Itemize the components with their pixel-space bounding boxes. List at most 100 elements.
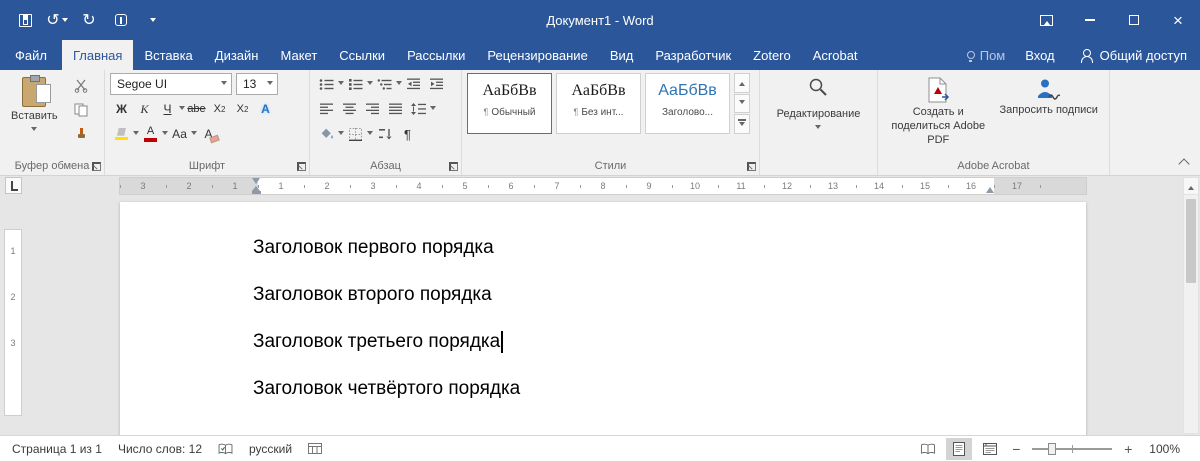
- tab-zotero[interactable]: Zotero: [742, 40, 802, 70]
- numbering-icon: [349, 78, 363, 90]
- underline-button[interactable]: Ч: [156, 98, 179, 120]
- word-count[interactable]: Число слов: 12: [110, 436, 210, 461]
- borders-button[interactable]: [344, 123, 367, 145]
- zoom-out-button[interactable]: −: [1008, 438, 1024, 460]
- tab-developer[interactable]: Разработчик: [644, 40, 742, 70]
- left-indent-marker[interactable]: [251, 186, 261, 194]
- scroll-up-button[interactable]: [1184, 178, 1198, 195]
- styles-scroll-down-button[interactable]: [734, 93, 750, 114]
- paste-button[interactable]: Вставить: [5, 73, 64, 157]
- font-color-button[interactable]: А: [139, 123, 162, 145]
- increase-indent-button[interactable]: [425, 73, 448, 95]
- tab-view[interactable]: Вид: [599, 40, 645, 70]
- style-normal[interactable]: АаБбВв ¶ Обычный: [467, 73, 552, 134]
- right-indent-marker[interactable]: [986, 187, 994, 193]
- style-no-spacing[interactable]: АаБбВв ¶ Без инт...: [556, 73, 641, 134]
- paragraph[interactable]: Заголовок третьего порядка: [253, 318, 1086, 365]
- font-dialog-launcher[interactable]: [297, 162, 306, 171]
- save-button[interactable]: [10, 5, 40, 35]
- decrease-indent-button[interactable]: [402, 73, 425, 95]
- acrobat-group-label: Adobe Acrobat: [957, 160, 1030, 172]
- paragraph[interactable]: Заголовок первого порядка: [253, 224, 1086, 271]
- first-line-indent-marker[interactable]: [252, 178, 260, 184]
- copy-button[interactable]: [70, 99, 93, 121]
- italic-button[interactable]: К: [133, 98, 156, 120]
- paragraph-dialog-launcher[interactable]: [449, 162, 458, 171]
- clipboard-dialog-launcher[interactable]: [92, 162, 101, 171]
- print-layout-button[interactable]: [946, 437, 973, 460]
- vertical-scrollbar[interactable]: [1183, 177, 1199, 434]
- tab-references[interactable]: Ссылки: [328, 40, 396, 70]
- bullets-button[interactable]: [315, 73, 338, 95]
- language-indicator[interactable]: русский: [241, 436, 300, 461]
- copy-icon: [74, 103, 88, 117]
- share-label: Общий доступ: [1099, 47, 1187, 63]
- subscript-button[interactable]: X2: [208, 98, 231, 120]
- format-painter-button[interactable]: [70, 123, 93, 145]
- font-name-combo[interactable]: Segoe UI: [110, 73, 232, 95]
- bold-button[interactable]: Ж: [110, 98, 133, 120]
- sort-button[interactable]: [373, 123, 396, 145]
- scrollbar-thumb[interactable]: [1186, 199, 1196, 283]
- request-signatures-button[interactable]: Запросить подписи: [994, 73, 1105, 157]
- zoom-level[interactable]: 100%: [1141, 436, 1188, 461]
- macro-record-button[interactable]: [300, 436, 330, 461]
- tab-design[interactable]: Дизайн: [204, 40, 270, 70]
- tab-file[interactable]: Файл: [0, 40, 62, 70]
- tab-insert[interactable]: Вставка: [133, 40, 203, 70]
- font-size-combo[interactable]: 13: [236, 73, 278, 95]
- maximize-button[interactable]: [1112, 0, 1156, 40]
- align-left-button[interactable]: [315, 98, 338, 120]
- strikethrough-button[interactable]: abe: [185, 98, 208, 120]
- document-page[interactable]: Заголовок первого порядка Заголовок втор…: [120, 202, 1086, 435]
- change-case-button[interactable]: Аа: [168, 123, 191, 145]
- styles-scroll-up-button[interactable]: [734, 73, 750, 93]
- customize-qat-button[interactable]: [138, 5, 168, 35]
- tab-stop-selector[interactable]: [5, 177, 22, 194]
- justify-button[interactable]: [384, 98, 407, 120]
- styles-more-button[interactable]: [734, 114, 750, 135]
- paragraph[interactable]: Заголовок четвёртого порядка: [253, 365, 1086, 412]
- ribbon-display-options-button[interactable]: [1024, 0, 1068, 40]
- cut-button[interactable]: [70, 75, 93, 97]
- multilevel-list-button[interactable]: [373, 73, 396, 95]
- collapse-ribbon-button[interactable]: [1176, 155, 1192, 169]
- page-indicator[interactable]: Страница 1 из 1: [4, 436, 110, 461]
- web-layout-button[interactable]: [977, 438, 1003, 460]
- create-pdf-label: Создать и поделиться Adobe PDF: [891, 106, 986, 146]
- minimize-button[interactable]: [1068, 0, 1112, 40]
- share-button[interactable]: Общий доступ: [1067, 40, 1200, 70]
- shading-button[interactable]: [315, 123, 338, 145]
- text-effects-button[interactable]: А: [254, 98, 277, 120]
- close-button[interactable]: ×: [1156, 0, 1200, 40]
- styles-dialog-launcher[interactable]: [747, 162, 756, 171]
- tab-home[interactable]: Главная: [61, 40, 134, 70]
- read-mode-button[interactable]: [915, 438, 941, 460]
- tab-layout[interactable]: Макет: [269, 40, 328, 70]
- styles-gallery: АаБбВв ¶ Обычный АаБбВв ¶ Без инт... АаБбВ…: [467, 73, 730, 157]
- sign-in-button[interactable]: Вход: [1013, 40, 1066, 70]
- tab-review[interactable]: Рецензирование: [476, 40, 598, 70]
- proofing-status-button[interactable]: [210, 436, 241, 461]
- zoom-in-button[interactable]: +: [1120, 438, 1136, 460]
- redo-button[interactable]: ↻: [74, 5, 104, 35]
- highlight-color-button[interactable]: [110, 123, 133, 145]
- superscript-button[interactable]: X2: [231, 98, 254, 120]
- editing-menu-button[interactable]: Редактирование: [771, 73, 867, 157]
- line-spacing-button[interactable]: [407, 98, 430, 120]
- touch-mode-button[interactable]: [106, 5, 136, 35]
- undo-button[interactable]: ↺: [42, 5, 72, 35]
- style-heading1[interactable]: АаБбВв Заголово...: [645, 73, 730, 134]
- align-right-button[interactable]: [361, 98, 384, 120]
- create-pdf-button[interactable]: Создать и поделиться Adobe PDF: [883, 73, 994, 157]
- numbering-button[interactable]: [344, 73, 367, 95]
- tab-mailings[interactable]: Рассылки: [396, 40, 476, 70]
- paragraph[interactable]: Заголовок второго порядка: [253, 271, 1086, 318]
- align-center-button[interactable]: [338, 98, 361, 120]
- zoom-slider[interactable]: [1032, 442, 1113, 455]
- clear-formatting-button[interactable]: А: [197, 123, 220, 145]
- show-formatting-marks-button[interactable]: ¶: [396, 123, 419, 145]
- zoom-slider-thumb[interactable]: [1048, 442, 1057, 455]
- tab-acrobat[interactable]: Acrobat: [802, 40, 869, 70]
- tell-me-assistant[interactable]: Пом: [959, 40, 1014, 70]
